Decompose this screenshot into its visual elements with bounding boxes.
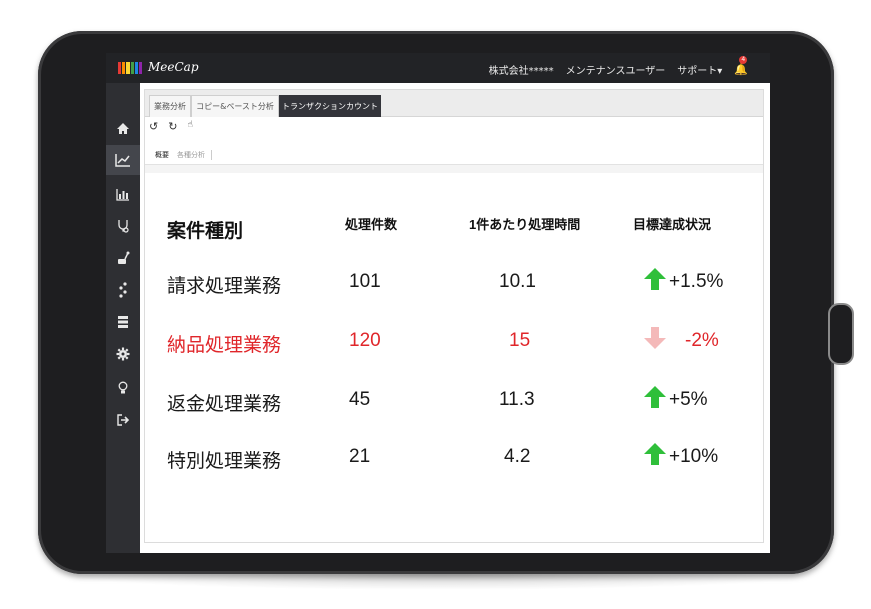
sidebar-item-bar-chart[interactable] (106, 179, 140, 209)
user-menu[interactable]: メンテナンスユーザー (566, 62, 666, 77)
server-icon (118, 316, 128, 328)
gear-icon (116, 347, 130, 361)
sidebar (106, 83, 140, 553)
tab-business-analysis[interactable]: 業務分析 (149, 95, 191, 117)
sidebar-item-servers[interactable] (106, 307, 140, 337)
top-bar: MeeCap 株式会社***** メンテナンスユーザー サポート▾ 🔔 4 (106, 53, 770, 83)
subtab-analysis[interactable]: 各種分析 (177, 150, 212, 160)
tab-copy-paste-analysis[interactable]: コピー&ペースト分析 (191, 95, 279, 117)
trend-down-arrow-icon (644, 327, 666, 349)
row-count: 21 (349, 446, 371, 467)
tab-transaction-count[interactable]: トランザクションカウント (279, 95, 381, 117)
logout-icon (116, 414, 129, 426)
company-name: 株式会社***** (488, 66, 554, 77)
row-goal-status: +5% (669, 389, 708, 410)
sidebar-item-home[interactable] (106, 113, 140, 143)
trend-up-arrow-icon (644, 443, 666, 465)
stethoscope-icon (118, 220, 129, 233)
toolbar: ↺ ↻ ☝ (149, 120, 193, 136)
row-time: 10.1 (499, 271, 536, 292)
row-time: 15 (509, 330, 531, 351)
row-case-type: 納品処理業務 (167, 335, 282, 356)
sidebar-item-logout[interactable] (106, 405, 140, 435)
row-count: 120 (349, 330, 381, 351)
row-case-type: 特別処理業務 (167, 451, 282, 472)
lightbulb-icon (118, 381, 128, 394)
footprints-icon (119, 282, 127, 298)
tab-bar: 業務分析 コピー&ペースト分析 トランザクションカウント (145, 90, 763, 117)
header-time-per-case: 1件あたり処理時間 (469, 217, 581, 232)
row-goal-status: +1.5% (669, 271, 724, 292)
sidebar-item-operations[interactable] (106, 243, 140, 273)
mouse-icon (118, 251, 130, 264)
undo-icon[interactable]: ↺ (149, 120, 158, 136)
row-count: 101 (349, 271, 381, 292)
subtab-overview[interactable]: 概要 (155, 150, 169, 160)
divider (145, 165, 763, 173)
logo-icon (118, 62, 143, 74)
support-menu[interactable]: サポート▾ (677, 62, 722, 77)
subtab-bar: 概要 各種分析 (145, 146, 763, 165)
header-count: 処理件数 (345, 217, 398, 232)
pointer-icon[interactable]: ☝ (187, 120, 192, 136)
sidebar-item-analytics[interactable] (106, 145, 140, 175)
notification-badge: 4 (739, 56, 748, 64)
trend-up-arrow-icon (644, 268, 666, 290)
sidebar-item-settings[interactable] (106, 339, 140, 369)
home-icon (117, 122, 129, 134)
bar-chart-icon (116, 188, 129, 201)
row-case-type: 請求処理業務 (167, 276, 282, 297)
row-case-type: 返金処理業務 (167, 394, 282, 415)
redo-icon[interactable]: ↻ (168, 120, 177, 136)
trend-up-arrow-icon (644, 386, 666, 408)
trend-chart-icon (115, 154, 130, 167)
row-goal-status: -2% (685, 330, 719, 351)
row-count: 45 (349, 389, 371, 410)
app-screen: MeeCap 株式会社***** メンテナンスユーザー サポート▾ 🔔 4 業務… (106, 53, 770, 553)
notification-bell-icon[interactable]: 🔔 4 (734, 56, 748, 76)
sidebar-item-tips[interactable] (106, 373, 140, 403)
logo-text: MeeCap (148, 60, 199, 74)
home-hardware-button[interactable] (828, 303, 854, 365)
row-goal-status: +10% (669, 446, 719, 467)
sidebar-item-trace[interactable] (106, 275, 140, 305)
header-case-type: 案件種別 (167, 221, 244, 242)
header-goal-status: 目標達成状況 (633, 217, 712, 232)
row-time: 4.2 (504, 446, 531, 467)
row-time: 11.3 (499, 389, 535, 410)
content-panel: 業務分析 コピー&ペースト分析 トランザクションカウント ↺ ↻ ☝ 概要 各種… (144, 89, 764, 543)
sidebar-item-health[interactable] (106, 211, 140, 241)
